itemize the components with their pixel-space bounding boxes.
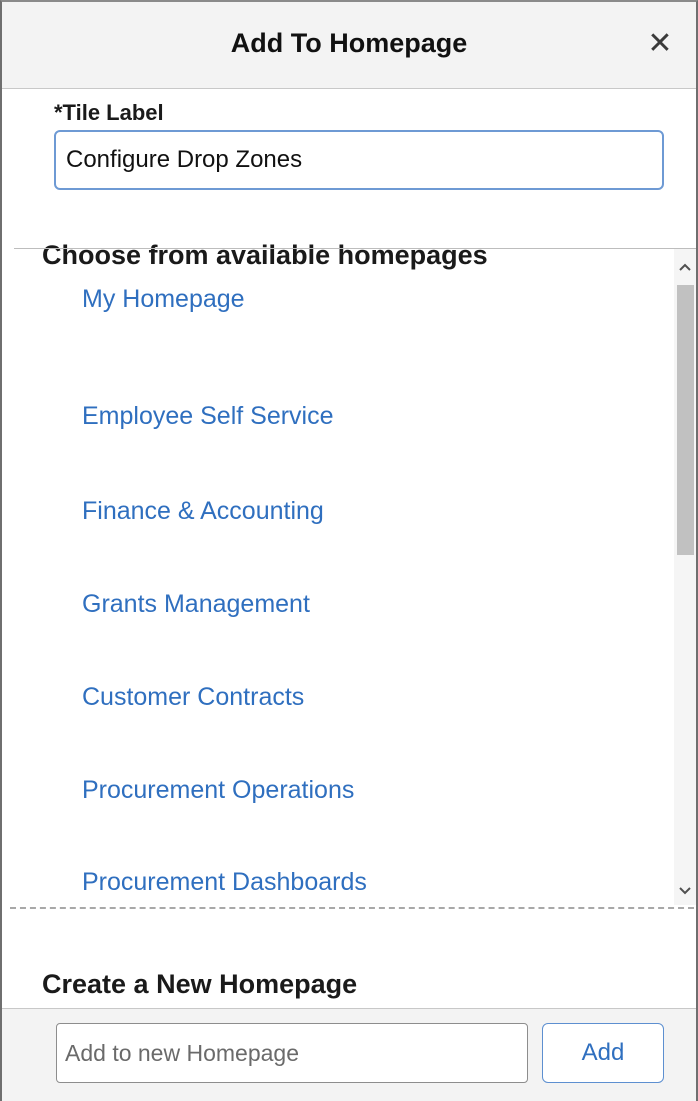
homepage-item-my-homepage[interactable]: My Homepage (82, 285, 245, 314)
new-homepage-input[interactable] (56, 1023, 528, 1083)
homepage-item-employee-self-service[interactable]: Employee Self Service (82, 402, 334, 431)
homepage-item-procurement-operations[interactable]: Procurement Operations (82, 776, 354, 805)
homepage-item-finance-accounting[interactable]: Finance & Accounting (82, 497, 324, 526)
close-button[interactable]: ✕ (638, 22, 682, 66)
dashed-divider (10, 907, 694, 909)
create-homepage-heading: Create a New Homepage (42, 969, 358, 999)
dialog-title: Add To Homepage (230, 28, 468, 58)
close-icon: ✕ (647, 27, 673, 60)
dialog-header: Add To Homepage ✕ (2, 2, 696, 89)
add-button[interactable]: Add (542, 1023, 664, 1083)
homepage-item-customer-contracts[interactable]: Customer Contracts (82, 683, 304, 712)
homepage-list[interactable]: My Homepage Employee Self Service Financ… (14, 249, 674, 907)
add-to-homepage-dialog: Add To Homepage ✕ *Tile Label Choose fro… (0, 0, 698, 1101)
chevron-down-icon[interactable] (674, 881, 696, 903)
homepage-item-grants-management[interactable]: Grants Management (82, 590, 310, 619)
tile-label-input[interactable] (54, 130, 664, 190)
scrollbar-thumb[interactable] (677, 285, 694, 555)
chevron-up-icon[interactable] (674, 257, 696, 279)
homepage-item-procurement-dashboards[interactable]: Procurement Dashboards (82, 868, 367, 897)
tile-label-label: *Tile Label (54, 100, 164, 125)
list-scrollbar[interactable] (674, 249, 696, 905)
